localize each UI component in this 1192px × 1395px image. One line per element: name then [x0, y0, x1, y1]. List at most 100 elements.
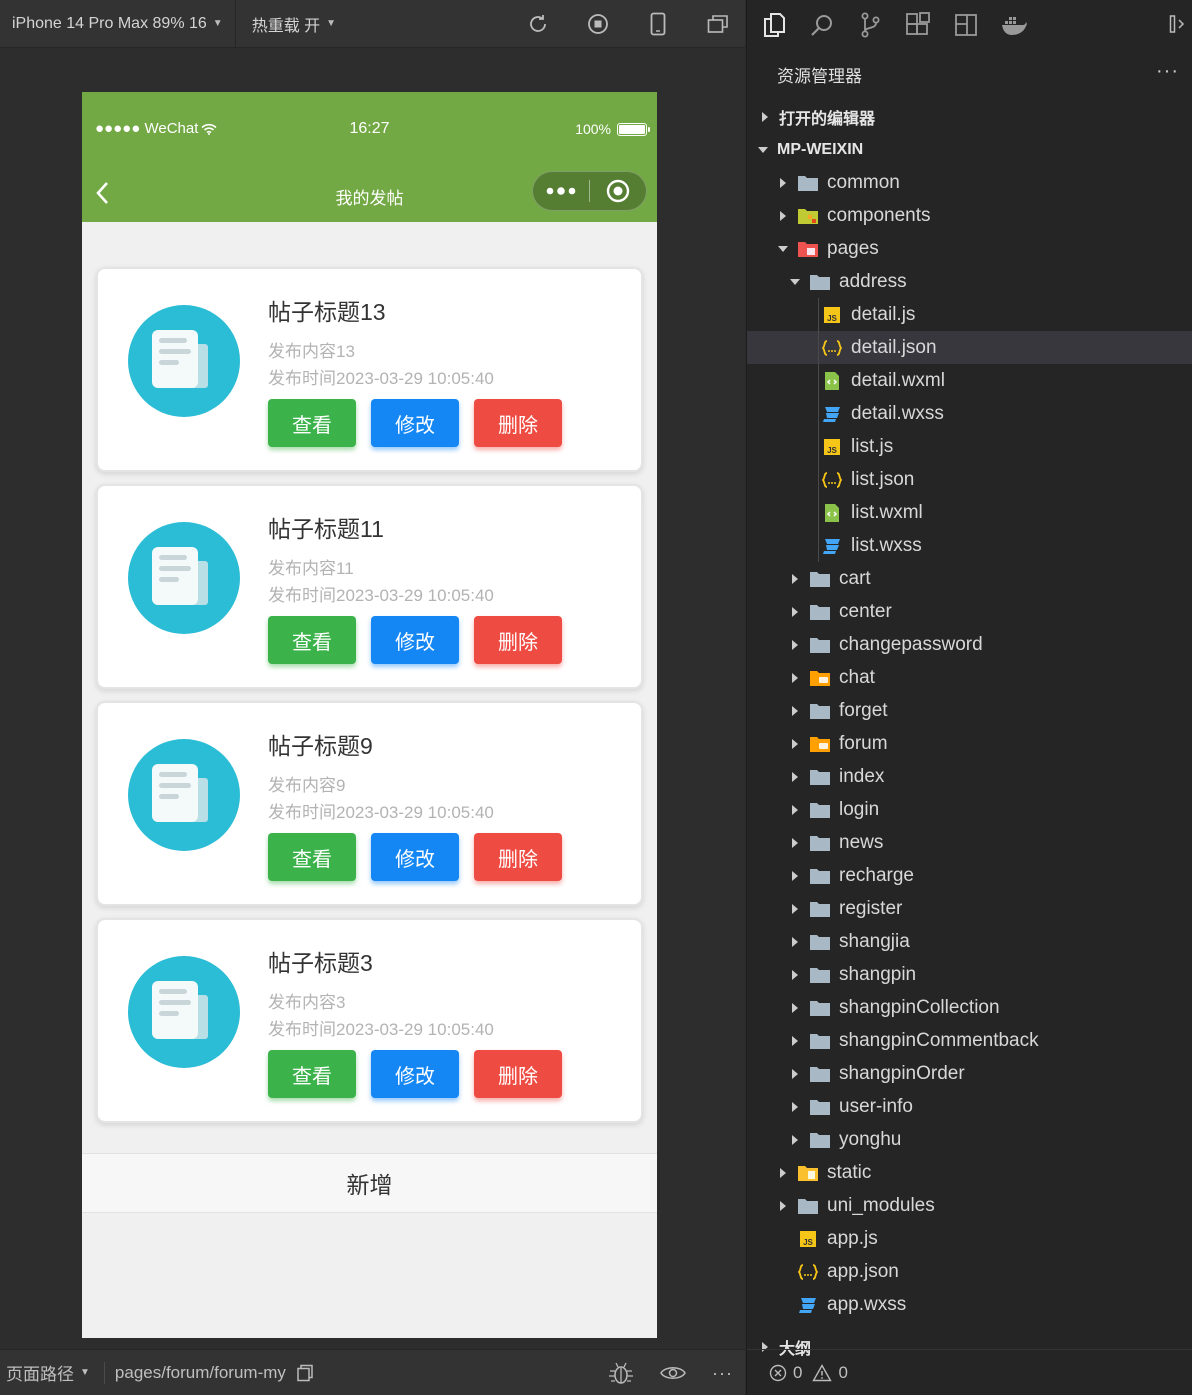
tree-file[interactable]: detail.wxml: [747, 364, 1192, 397]
folder-icon: [809, 865, 831, 887]
chevron-right-icon: [789, 1101, 801, 1112]
chevron-right-icon: [759, 111, 771, 122]
edit-button[interactable]: 修改: [371, 1050, 459, 1098]
tree-file[interactable]: JS app.js: [747, 1222, 1192, 1255]
debug-bug-icon[interactable]: [608, 1361, 634, 1385]
tree-folder[interactable]: pages: [747, 232, 1192, 265]
post-card: 帖子标题11 发布内容11 发布时间2023-03-29 10:05:40 查看 修改删…: [96, 484, 643, 689]
folder-icon: [809, 634, 831, 656]
tree-folder[interactable]: register: [747, 892, 1192, 925]
tree-folder[interactable]: forget: [747, 694, 1192, 727]
chevron-right-icon: [777, 1200, 789, 1211]
more-dots-icon[interactable]: [533, 172, 589, 210]
tree-folder[interactable]: chat: [747, 661, 1192, 694]
wxml-file-icon: [821, 370, 843, 392]
stop-icon[interactable]: [585, 11, 611, 37]
chevron-right-icon: [789, 903, 801, 914]
tree-folder[interactable]: shangpinCommentback: [747, 1024, 1192, 1057]
tree-folder[interactable]: center: [747, 595, 1192, 628]
tree-folder[interactable]: forum: [747, 727, 1192, 760]
tree-file[interactable]: detail.wxss: [747, 397, 1192, 430]
tree-folder[interactable]: cart: [747, 562, 1192, 595]
open-editors-section[interactable]: 打开的编辑器: [747, 100, 1192, 133]
close-target-icon[interactable]: [590, 172, 646, 210]
eye-icon[interactable]: [660, 1364, 686, 1382]
delete-button[interactable]: 删除: [474, 1050, 562, 1098]
files-icon[interactable]: [759, 10, 789, 40]
tree-folder[interactable]: static: [747, 1156, 1192, 1189]
edit-button[interactable]: 修改: [371, 616, 459, 664]
tree-folder[interactable]: user-info: [747, 1090, 1192, 1123]
tree-file[interactable]: detail.json: [747, 331, 1192, 364]
view-button[interactable]: 查看: [268, 616, 356, 664]
view-button[interactable]: 查看: [268, 1050, 356, 1098]
svg-text:JS: JS: [827, 314, 837, 323]
post-title: 帖子标题9: [268, 733, 373, 759]
post-date: 发布时间2023-03-29 10:05:40: [268, 1020, 494, 1039]
docker-icon[interactable]: [999, 10, 1029, 40]
view-button[interactable]: 查看: [268, 833, 356, 881]
status-time: 16:27: [349, 120, 390, 137]
warning-count: 0: [838, 1362, 848, 1382]
tree-item-label: recharge: [839, 864, 914, 886]
battery-icon: [617, 122, 650, 136]
add-post-button[interactable]: 新增: [82, 1153, 657, 1213]
tree-folder[interactable]: news: [747, 826, 1192, 859]
chevron-right-icon: [789, 771, 801, 782]
tree-folder[interactable]: components: [747, 199, 1192, 232]
tree-file[interactable]: app.json: [747, 1255, 1192, 1288]
extensions-icon[interactable]: [903, 10, 933, 40]
tree-folder[interactable]: recharge: [747, 859, 1192, 892]
device-select[interactable]: iPhone 14 Pro Max 89% 16 ▼: [0, 0, 235, 48]
hot-reload-select[interactable]: 热重载 开 ▼: [236, 0, 348, 48]
project-section[interactable]: MP-WEIXIN: [747, 133, 1192, 166]
tree-folder[interactable]: shangpin: [747, 958, 1192, 991]
tree-folder[interactable]: common: [747, 166, 1192, 199]
edit-button[interactable]: 修改: [371, 833, 459, 881]
delete-button[interactable]: 删除: [474, 616, 562, 664]
tree-item-label: shangjia: [839, 930, 910, 952]
document-icon: [152, 981, 216, 1048]
problems-status[interactable]: 0 0: [747, 1349, 1192, 1395]
tree-rows: common components pages address JS detail.js d…: [747, 166, 1192, 1321]
chevron-right-icon: [789, 606, 801, 617]
copy-icon[interactable]: [296, 1364, 314, 1382]
detach-window-icon[interactable]: [705, 11, 731, 37]
edit-button[interactable]: 修改: [371, 399, 459, 447]
tree-file[interactable]: list.json: [747, 463, 1192, 496]
tree-file[interactable]: app.wxss: [747, 1288, 1192, 1321]
tree-folder[interactable]: address: [747, 265, 1192, 298]
tree-folder[interactable]: changepassword: [747, 628, 1192, 661]
tree-folder[interactable]: uni_modules: [747, 1189, 1192, 1222]
tree-folder[interactable]: index: [747, 760, 1192, 793]
page-path-label: 页面路径: [6, 1365, 74, 1384]
tree-file[interactable]: list.wxss: [747, 529, 1192, 562]
folder-icon: [809, 271, 831, 293]
tree-folder[interactable]: shangjia: [747, 925, 1192, 958]
tree-folder[interactable]: shangpinOrder: [747, 1057, 1192, 1090]
more-actions-icon[interactable]: ···: [1156, 60, 1179, 83]
chevron-right-icon: [789, 573, 801, 584]
phone-icon[interactable]: [645, 11, 671, 37]
chevron-right-icon: [789, 804, 801, 815]
tree-file[interactable]: JS list.js: [747, 430, 1192, 463]
tree-folder[interactable]: shangpinCollection: [747, 991, 1192, 1024]
split-panel-icon[interactable]: [1169, 12, 1187, 41]
chat-folder-icon: [809, 667, 831, 689]
layout-icon[interactable]: [951, 10, 981, 40]
source-control-icon[interactable]: [855, 10, 885, 40]
search-icon[interactable]: [807, 10, 837, 40]
footer-actions: ···: [608, 1350, 733, 1395]
delete-button[interactable]: 删除: [474, 833, 562, 881]
refresh-icon[interactable]: [525, 11, 551, 37]
chevron-down-icon: ▼: [326, 18, 337, 29]
more-icon[interactable]: ···: [712, 1363, 733, 1384]
page-path-select[interactable]: 页面路径 ▼: [0, 1360, 90, 1385]
tree-folder[interactable]: login: [747, 793, 1192, 826]
tree-file[interactable]: list.wxml: [747, 496, 1192, 529]
explorer-title: 资源管理器: [777, 66, 862, 86]
view-button[interactable]: 查看: [268, 399, 356, 447]
tree-folder[interactable]: yonghu: [747, 1123, 1192, 1156]
tree-file[interactable]: JS detail.js: [747, 298, 1192, 331]
delete-button[interactable]: 删除: [474, 399, 562, 447]
